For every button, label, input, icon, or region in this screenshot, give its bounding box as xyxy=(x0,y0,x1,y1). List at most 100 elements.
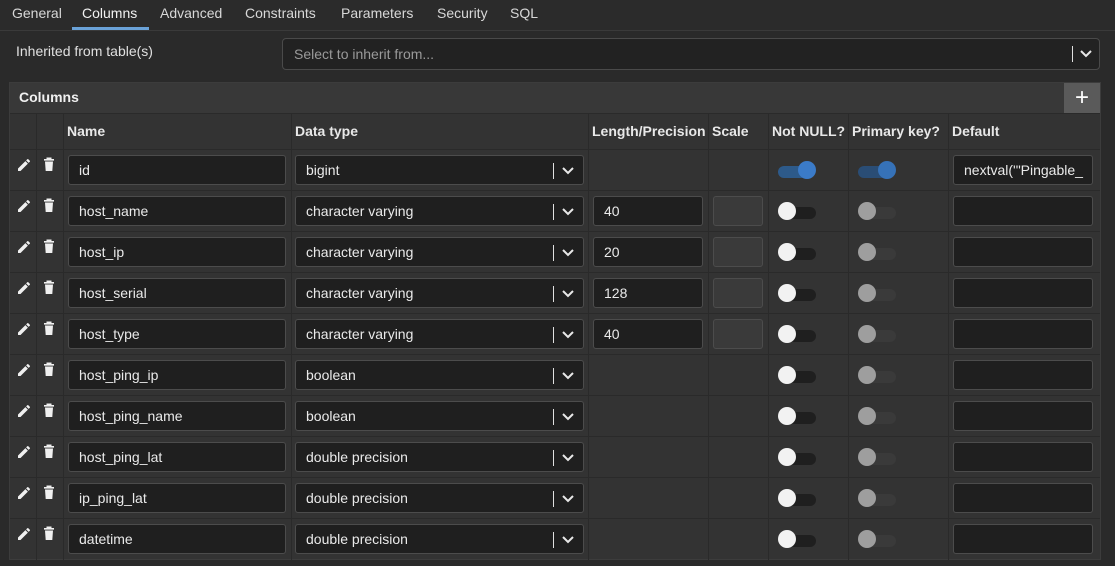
chevron-down-icon[interactable] xyxy=(560,162,576,178)
primary-key-toggle[interactable] xyxy=(858,284,896,302)
not-null-toggle[interactable] xyxy=(778,243,816,261)
length-input[interactable]: 20 xyxy=(593,237,703,267)
data-type-select[interactable]: double precision xyxy=(295,524,584,554)
data-type-select[interactable]: character varying xyxy=(295,278,584,308)
inherit-select[interactable]: Select to inherit from... xyxy=(282,38,1100,70)
tab-advanced[interactable]: Advanced xyxy=(160,5,222,25)
primary-key-toggle[interactable] xyxy=(858,161,896,179)
pencil-icon[interactable] xyxy=(16,321,32,337)
pencil-icon[interactable] xyxy=(16,157,32,173)
default-input[interactable] xyxy=(953,278,1093,308)
table-row: host_ping_name boolean xyxy=(10,396,1100,437)
trash-icon[interactable] xyxy=(42,320,56,336)
tab-columns[interactable]: Columns xyxy=(82,5,137,25)
trash-icon[interactable] xyxy=(42,443,56,459)
primary-key-toggle[interactable] xyxy=(858,202,896,220)
column-name-input[interactable]: ip_ping_lat xyxy=(68,483,286,513)
trash-icon[interactable] xyxy=(42,238,56,254)
pencil-icon[interactable] xyxy=(16,526,32,542)
primary-key-toggle[interactable] xyxy=(858,407,896,425)
tab-parameters[interactable]: Parameters xyxy=(341,5,413,25)
pencil-icon[interactable] xyxy=(16,403,32,419)
primary-key-toggle[interactable] xyxy=(858,243,896,261)
select-separator xyxy=(553,286,554,302)
data-type-select[interactable]: character varying xyxy=(295,196,584,226)
column-name-input[interactable]: host_ping_lat xyxy=(68,442,286,472)
column-name-input[interactable]: host_ip xyxy=(68,237,286,267)
default-input[interactable] xyxy=(953,237,1093,267)
column-name-input[interactable]: host_serial xyxy=(68,278,286,308)
pencil-icon[interactable] xyxy=(16,280,32,296)
scale-input[interactable] xyxy=(713,196,763,226)
chevron-down-icon[interactable] xyxy=(560,490,576,506)
not-null-toggle[interactable] xyxy=(778,366,816,384)
trash-icon[interactable] xyxy=(42,197,56,213)
data-type-select[interactable]: boolean xyxy=(295,360,584,390)
column-name-input[interactable]: host_name xyxy=(68,196,286,226)
length-input[interactable]: 128 xyxy=(593,278,703,308)
tab-sql[interactable]: SQL xyxy=(510,5,538,25)
trash-icon[interactable] xyxy=(42,402,56,418)
pencil-icon[interactable] xyxy=(16,485,32,501)
data-type-select[interactable]: character varying xyxy=(295,319,584,349)
length-input[interactable]: 40 xyxy=(593,319,703,349)
chevron-down-icon[interactable] xyxy=(560,326,576,342)
scale-input[interactable] xyxy=(713,278,763,308)
data-type-select[interactable]: character varying xyxy=(295,237,584,267)
primary-key-toggle[interactable] xyxy=(858,448,896,466)
pencil-icon[interactable] xyxy=(16,198,32,214)
pencil-icon[interactable] xyxy=(16,362,32,378)
chevron-down-icon[interactable] xyxy=(560,449,576,465)
length-input[interactable]: 40 xyxy=(593,196,703,226)
default-input[interactable] xyxy=(953,196,1093,226)
chevron-down-icon[interactable] xyxy=(560,367,576,383)
not-null-toggle[interactable] xyxy=(778,407,816,425)
default-input[interactable] xyxy=(953,524,1093,554)
pencil-icon[interactable] xyxy=(16,239,32,255)
primary-key-toggle[interactable] xyxy=(858,325,896,343)
data-type-select[interactable]: boolean xyxy=(295,401,584,431)
column-name-input[interactable]: host_type xyxy=(68,319,286,349)
primary-key-toggle[interactable] xyxy=(858,489,896,507)
add-column-button[interactable]: + xyxy=(1064,83,1100,113)
pencil-icon[interactable] xyxy=(16,444,32,460)
column-name-input[interactable]: datetime xyxy=(68,524,286,554)
primary-key-toggle[interactable] xyxy=(858,530,896,548)
chevron-down-icon[interactable] xyxy=(560,203,576,219)
tab-security[interactable]: Security xyxy=(437,5,488,25)
data-type-select[interactable]: double precision xyxy=(295,442,584,472)
chevron-down-icon[interactable] xyxy=(1078,45,1094,61)
not-null-toggle[interactable] xyxy=(778,161,816,179)
scale-input[interactable] xyxy=(713,319,763,349)
not-null-toggle[interactable] xyxy=(778,448,816,466)
chevron-down-icon[interactable] xyxy=(560,408,576,424)
tab-constraints[interactable]: Constraints xyxy=(245,5,316,25)
chevron-down-icon[interactable] xyxy=(560,531,576,547)
default-input[interactable] xyxy=(953,442,1093,472)
default-input[interactable] xyxy=(953,360,1093,390)
trash-icon[interactable] xyxy=(42,525,56,541)
trash-icon[interactable] xyxy=(42,156,56,172)
not-null-toggle[interactable] xyxy=(778,284,816,302)
not-null-toggle[interactable] xyxy=(778,202,816,220)
data-type-select[interactable]: bigint xyxy=(295,155,584,185)
trash-icon[interactable] xyxy=(42,279,56,295)
not-null-toggle[interactable] xyxy=(778,489,816,507)
default-input[interactable] xyxy=(953,401,1093,431)
default-input[interactable] xyxy=(953,483,1093,513)
chevron-down-icon[interactable] xyxy=(560,244,576,260)
trash-icon[interactable] xyxy=(42,484,56,500)
not-null-toggle[interactable] xyxy=(778,530,816,548)
default-input[interactable] xyxy=(953,319,1093,349)
trash-icon[interactable] xyxy=(42,361,56,377)
column-name-input[interactable]: host_ping_name xyxy=(68,401,286,431)
scale-input[interactable] xyxy=(713,237,763,267)
chevron-down-icon[interactable] xyxy=(560,285,576,301)
not-null-toggle[interactable] xyxy=(778,325,816,343)
column-name-input[interactable]: host_ping_ip xyxy=(68,360,286,390)
data-type-select[interactable]: double precision xyxy=(295,483,584,513)
tab-general[interactable]: General xyxy=(12,5,62,25)
column-name-input[interactable]: id xyxy=(68,155,286,185)
default-input[interactable]: nextval('"Pingable_ xyxy=(953,155,1093,185)
primary-key-toggle[interactable] xyxy=(858,366,896,384)
